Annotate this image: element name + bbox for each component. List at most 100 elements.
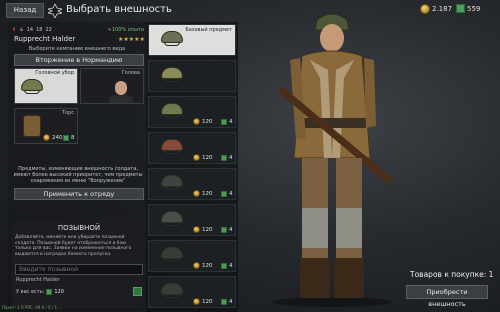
silver-balance: 2.187 bbox=[420, 4, 452, 14]
item-gold-value: 4 bbox=[229, 119, 233, 125]
item-price-value: 120 bbox=[202, 298, 213, 305]
item-base-label: Базовый предмет bbox=[185, 27, 232, 33]
edit-icon[interactable] bbox=[133, 287, 142, 296]
callsign-have-row: У вас есть: 120 bbox=[16, 287, 142, 296]
slot-headgear-label: Головной убор bbox=[35, 70, 74, 76]
item-price: 120 bbox=[193, 226, 213, 233]
cart-count: Товаров к покупке: 1 bbox=[410, 270, 494, 279]
level-3: 22 bbox=[45, 27, 52, 33]
have-amount: 120 bbox=[54, 288, 64, 295]
item-helmet-7[interactable]: 120 4 bbox=[148, 240, 236, 272]
slot-head[interactable]: Голова bbox=[80, 68, 144, 104]
item-price: 120 bbox=[193, 262, 213, 269]
item-gold-value: 4 bbox=[229, 191, 233, 197]
item-price-value: 120 bbox=[202, 154, 213, 161]
campaign-caption: Выберите кампанию внешнего вида bbox=[28, 46, 126, 52]
item-price: 120 bbox=[193, 298, 213, 305]
helmet-icon bbox=[161, 103, 183, 121]
gold-icon bbox=[221, 263, 227, 269]
silver-amount: 2.187 bbox=[432, 5, 453, 13]
slot-headgear[interactable]: Головной убор bbox=[14, 68, 78, 104]
silver-coin-icon bbox=[43, 134, 50, 141]
item-helmet-4[interactable]: 120 4 bbox=[148, 132, 236, 164]
item-gold-value: 4 bbox=[229, 227, 233, 233]
item-helmet-8[interactable]: 120 4 bbox=[148, 276, 236, 308]
callsign-title: ПОЗЫВНОЙ bbox=[57, 224, 101, 232]
item-helmet-5[interactable]: 120 4 bbox=[148, 168, 236, 200]
silver-coin-icon bbox=[193, 154, 200, 161]
slot-torso-label: Торс bbox=[61, 110, 74, 116]
slot-head-label: Голова bbox=[121, 70, 140, 76]
gold-amount: 559 bbox=[467, 4, 481, 13]
item-price: 120 bbox=[193, 190, 213, 197]
item-gold-value: 4 bbox=[229, 155, 233, 161]
item-gold: 4 bbox=[221, 191, 233, 197]
item-price: 120 bbox=[193, 154, 213, 161]
item-gold-value: 4 bbox=[229, 263, 233, 269]
silver-coin-icon bbox=[193, 118, 200, 125]
silver-coin-icon bbox=[193, 226, 200, 233]
item-helmet-2[interactable] bbox=[148, 60, 236, 92]
gold-icon bbox=[221, 299, 227, 305]
top-bar: Назад Выбрать внешность 2.187 559 bbox=[0, 0, 500, 22]
page-title: Выбрать внешность bbox=[66, 4, 172, 15]
silver-coin-icon bbox=[193, 298, 200, 305]
apply-to-squad-button[interactable]: Применить к отряду bbox=[14, 188, 144, 200]
back-button[interactable]: Назад bbox=[6, 3, 44, 18]
helmet-icon bbox=[161, 247, 183, 265]
gold-icon bbox=[221, 119, 227, 125]
gold-icon bbox=[46, 288, 53, 295]
callsign-section: ПОЗЫВНОЙ Добавляйте, меняйте или убирайт… bbox=[12, 222, 146, 308]
torso-price-value: 240 bbox=[52, 134, 63, 141]
info-text: Предметы, изменяющие внешность солдата, … bbox=[13, 166, 143, 184]
soldier-model[interactable] bbox=[262, 8, 402, 308]
gold-icon bbox=[221, 155, 227, 161]
helmet-icon bbox=[161, 175, 183, 193]
silver-coin-icon bbox=[193, 262, 200, 269]
gold-icon bbox=[63, 135, 69, 141]
head-shirt-icon bbox=[109, 95, 133, 103]
head-icon bbox=[115, 81, 127, 95]
helmet-icon bbox=[21, 79, 43, 97]
soldier-stats: ⬆ ♙ 14 18 22 +100% опыта bbox=[12, 25, 144, 35]
campaign-select-button[interactable]: Вторжение в Нормандию bbox=[14, 54, 144, 66]
torso-icon bbox=[23, 115, 41, 137]
slot-torso[interactable]: Торс 240 8 bbox=[14, 108, 78, 144]
item-helmet-6[interactable]: 120 4 bbox=[148, 204, 236, 236]
silver-coin-icon bbox=[193, 190, 200, 197]
rating-stars: ★★★★★ bbox=[118, 36, 145, 43]
callsign-input[interactable] bbox=[15, 264, 143, 275]
item-gold: 4 bbox=[221, 299, 233, 305]
level-2: 18 bbox=[36, 27, 43, 33]
torso-price: 240 bbox=[43, 134, 63, 141]
buy-appearance-button[interactable]: Приобрести внешность bbox=[406, 285, 488, 308]
torso-gold: 8 bbox=[63, 135, 75, 141]
have-label: У вас есть: bbox=[16, 288, 45, 295]
level-icon: ♙ bbox=[19, 27, 24, 33]
item-gold: 4 bbox=[221, 155, 233, 161]
item-base[interactable]: Базовый предмет bbox=[148, 24, 236, 56]
level-1: 14 bbox=[26, 27, 34, 33]
footer-version: Пакет: 1.0 PRC, 99.0 / 0 / 1 ... bbox=[2, 305, 63, 310]
helmet-icon bbox=[161, 67, 183, 85]
item-price-value: 120 bbox=[202, 262, 213, 269]
rank-icon: ⬆ bbox=[12, 27, 17, 33]
item-gold-value: 4 bbox=[229, 299, 233, 305]
helmet-icon bbox=[161, 139, 183, 157]
iron-cross-icon bbox=[48, 4, 62, 18]
helmet-icon bbox=[161, 283, 183, 301]
silver-coin-icon bbox=[420, 4, 430, 14]
item-price-value: 120 bbox=[202, 226, 213, 233]
soldier-panel: ⬆ ♙ 14 18 22 +100% опыта Rupprecht Halde… bbox=[8, 22, 146, 310]
gold-icon bbox=[221, 227, 227, 233]
item-list: Базовый предмет 120 4 120 4 120 4 120 4 … bbox=[146, 22, 238, 312]
callsign-current-name: Rupprecht Halder bbox=[16, 277, 60, 283]
helmet-icon bbox=[161, 211, 183, 229]
item-price: 120 bbox=[193, 118, 213, 125]
callsign-description: Добавляйте, меняйте или убирайте позывно… bbox=[15, 235, 132, 257]
soldier-name: Rupprecht Halder bbox=[14, 35, 76, 43]
item-helmet-3[interactable]: 120 4 bbox=[148, 96, 236, 128]
gold-balance: 559 bbox=[456, 4, 480, 13]
xp-bonus: +100% опыта bbox=[107, 27, 144, 33]
gold-icon bbox=[221, 191, 227, 197]
